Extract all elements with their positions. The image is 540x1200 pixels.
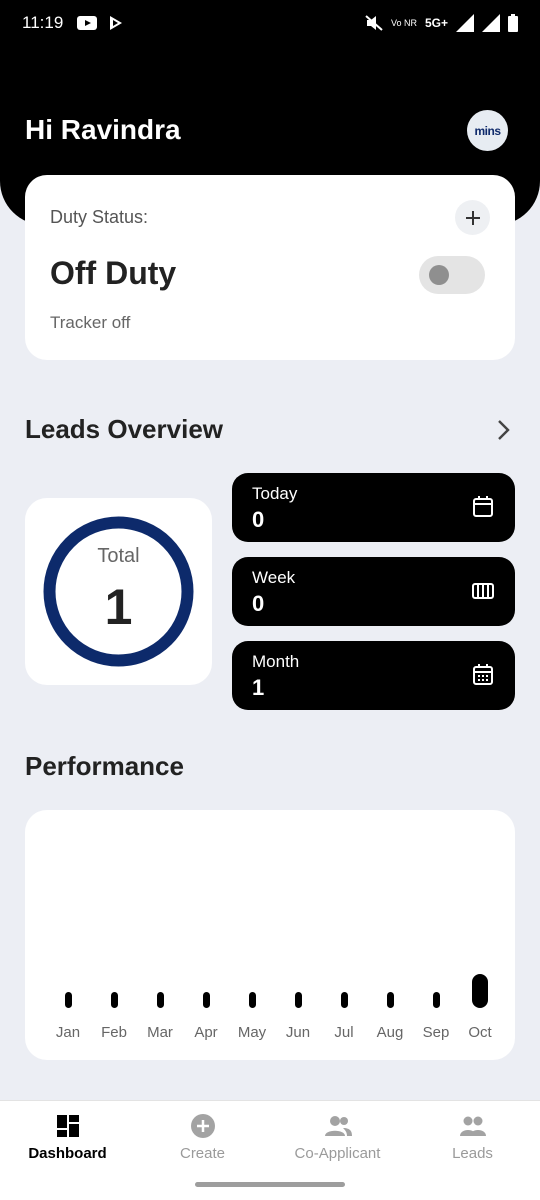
status-bar: 11:19 Vo NR 5G+ (0, 0, 540, 46)
status-time: 11:19 (22, 13, 64, 32)
performance-chart: Jan Feb Mar Apr May Jun Jul Aug Sep Oct (25, 810, 515, 1060)
bar-jan (64, 992, 72, 1008)
plus-icon (465, 210, 480, 225)
month-label-aug: Aug (376, 1024, 404, 1041)
toggle-knob (429, 265, 449, 285)
signal-icon (456, 14, 474, 32)
calendar-icon (473, 496, 493, 517)
group-icon (324, 1116, 352, 1136)
total-leads-card: Total 1 (25, 498, 212, 685)
month-value: 1 (252, 675, 265, 700)
add-button[interactable] (455, 200, 490, 235)
bar-jul (340, 992, 348, 1008)
leads-overview-title: Leads Overview (25, 414, 223, 444)
volte-indicator: Vo NR (390, 17, 417, 28)
play-store-icon (110, 16, 123, 30)
total-value: 1 (104, 579, 133, 635)
bar-apr (202, 992, 210, 1008)
month-label-oct: Oct (468, 1024, 492, 1041)
signal-icon-2 (482, 14, 500, 32)
week-label: Week (252, 568, 296, 587)
month-label-may: May (237, 1024, 267, 1041)
week-value: 0 (252, 591, 265, 616)
avatar[interactable]: mins (467, 110, 508, 151)
today-card[interactable]: Today 0 (232, 473, 515, 542)
bar-oct (472, 974, 488, 1008)
youtube-icon (77, 16, 98, 30)
month-label-mar: Mar (147, 1024, 173, 1041)
bar-aug (386, 992, 394, 1008)
battery-icon (508, 14, 518, 32)
month-label-sep: Sep (422, 1024, 450, 1041)
month-label-jan: Jan (55, 1024, 81, 1041)
week-grid-icon (472, 583, 494, 599)
nav-label-co-applicant: Co-Applicant (294, 1145, 381, 1162)
bar-sep (432, 992, 440, 1008)
nav-dashboard[interactable]: Dashboard (0, 1111, 135, 1162)
network-type: 5G+ (424, 16, 448, 30)
people-icon (459, 1116, 486, 1136)
month-label-feb: Feb (101, 1024, 127, 1041)
calendar-month-icon (473, 664, 493, 685)
add-circle-icon (190, 1114, 215, 1138)
chevron-right-icon[interactable] (494, 418, 514, 442)
performance-title: Performance (25, 751, 184, 781)
nav-label-create: Create (179, 1145, 226, 1162)
nav-co-applicant[interactable]: Co-Applicant (270, 1111, 405, 1162)
month-card[interactable]: Month 1 (232, 641, 515, 710)
today-value: 0 (252, 507, 265, 532)
total-label: Total (97, 545, 140, 567)
week-card[interactable]: Week 0 (232, 557, 515, 626)
duty-status-card: Duty Status: Off Duty Tracker off (25, 175, 515, 360)
nav-leads[interactable]: Leads (405, 1111, 540, 1162)
nav-create[interactable]: Create (135, 1111, 270, 1162)
month-label-jul: Jul (334, 1024, 354, 1041)
today-label: Today (252, 484, 298, 503)
mute-icon (365, 15, 383, 31)
dashboard-icon (56, 1115, 79, 1137)
bar-jun (294, 992, 302, 1008)
nav-label-dashboard: Dashboard (28, 1145, 107, 1162)
greeting-title: Hi Ravindra (25, 114, 181, 145)
nav-label-leads: Leads (452, 1145, 493, 1162)
month-label: Month (252, 652, 300, 671)
bar-mar (156, 992, 164, 1008)
month-label-apr: Apr (194, 1024, 218, 1041)
tracker-status: Tracker off (50, 313, 131, 332)
duty-toggle[interactable] (419, 256, 485, 294)
bar-feb (110, 992, 118, 1008)
month-label-jun: Jun (285, 1024, 311, 1041)
duty-status-label: Duty Status: (50, 207, 149, 227)
duty-state: Off Duty (50, 255, 177, 291)
home-indicator (195, 1182, 345, 1187)
bar-may (248, 992, 256, 1008)
